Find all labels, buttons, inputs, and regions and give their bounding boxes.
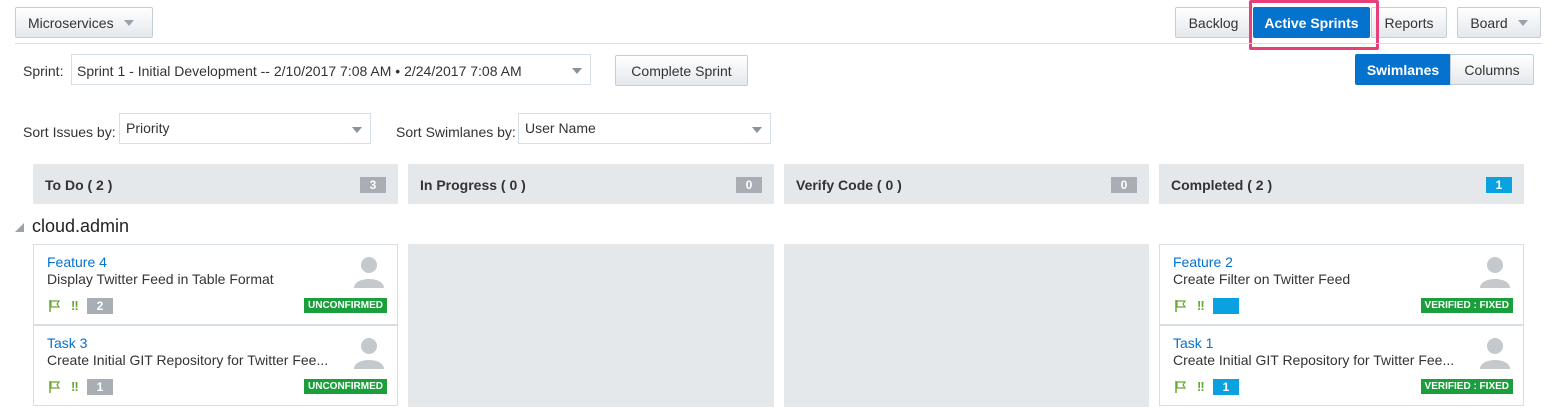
issue-id-link[interactable]: Task 1 bbox=[1173, 335, 1213, 351]
status-badge: VERIFIED : FIXED bbox=[1420, 379, 1513, 394]
column-count-badge: 1 bbox=[1486, 177, 1512, 193]
swimlanes-toggle-label: Swimlanes bbox=[1366, 61, 1440, 78]
chevron-down-icon bbox=[352, 127, 362, 133]
issue-card[interactable]: Task 1 Create Initial GIT Repository for… bbox=[1159, 325, 1524, 406]
priority-icon: !! bbox=[71, 298, 79, 313]
sort-issues-label: Sort Issues by: bbox=[23, 124, 116, 140]
chevron-down-icon bbox=[1517, 19, 1528, 26]
issue-card[interactable]: Feature 2 Create Filter on Twitter Feed … bbox=[1159, 244, 1524, 325]
issue-summary: Create Initial GIT Repository for Twitte… bbox=[47, 352, 329, 368]
chevron-down-icon bbox=[572, 68, 582, 74]
board-menu-label: Board bbox=[1470, 14, 1508, 31]
column-count-badge: 3 bbox=[360, 177, 386, 193]
lane-in-progress bbox=[408, 244, 774, 407]
column-count-badge: 0 bbox=[1111, 177, 1137, 193]
issue-card[interactable]: Feature 4 Display Twitter Feed in Table … bbox=[33, 244, 398, 325]
columns-toggle-label: Columns bbox=[1464, 61, 1520, 78]
sort-swimlanes-value: User Name bbox=[525, 120, 596, 136]
chevron-down-icon bbox=[752, 127, 762, 133]
swimlanes-toggle[interactable]: Swimlanes bbox=[1355, 54, 1451, 85]
complete-sprint-button[interactable]: Complete Sprint bbox=[615, 55, 748, 86]
issue-id-link[interactable]: Feature 2 bbox=[1173, 254, 1233, 270]
story-points-badge: 1 bbox=[1213, 379, 1239, 395]
user-avatar-icon bbox=[354, 338, 384, 369]
column-title: Completed ( 2 ) bbox=[1171, 177, 1273, 193]
tab-backlog[interactable]: Backlog bbox=[1175, 7, 1252, 38]
priority-icon: !! bbox=[1197, 298, 1205, 313]
issue-id-link[interactable]: Task 3 bbox=[47, 335, 87, 351]
status-badge: VERIFIED : FIXED bbox=[1420, 298, 1513, 313]
issue-card[interactable]: Task 3 Create Initial GIT Repository for… bbox=[33, 325, 398, 406]
user-avatar-icon bbox=[354, 257, 384, 288]
collapse-triangle-icon[interactable] bbox=[15, 223, 24, 232]
column-title: In Progress ( 0 ) bbox=[420, 177, 526, 193]
swimlane-title[interactable]: cloud.admin bbox=[32, 216, 129, 237]
toolbar-divider bbox=[15, 43, 1542, 44]
chevron-down-icon bbox=[123, 19, 134, 26]
priority-icon: !! bbox=[1197, 379, 1205, 394]
column-header-in-progress: In Progress ( 0 ) 0 bbox=[408, 164, 774, 204]
columns-toggle[interactable]: Columns bbox=[1450, 54, 1534, 85]
issue-summary: Create Initial GIT Repository for Twitte… bbox=[1173, 352, 1455, 368]
column-title: Verify Code ( 0 ) bbox=[796, 177, 902, 193]
column-title: To Do ( 2 ) bbox=[45, 177, 113, 193]
column-count-badge: 0 bbox=[736, 177, 762, 193]
complete-sprint-label: Complete Sprint bbox=[631, 62, 732, 79]
story-points-badge: 1 bbox=[87, 379, 113, 395]
status-badge: UNCONFIRMED bbox=[304, 379, 387, 394]
user-avatar-icon bbox=[1480, 257, 1510, 288]
project-select[interactable]: Microservices bbox=[15, 7, 153, 38]
sort-swimlanes-label: Sort Swimlanes by: bbox=[396, 124, 516, 140]
tab-reports[interactable]: Reports bbox=[1371, 7, 1447, 38]
sprint-select-value: Sprint 1 - Initial Development -- 2/10/2… bbox=[77, 63, 522, 79]
flag-icon bbox=[49, 381, 61, 393]
flag-icon bbox=[1175, 300, 1187, 312]
lane-verify-code bbox=[784, 244, 1149, 407]
board-menu-button[interactable]: Board bbox=[1457, 7, 1541, 38]
sprint-select[interactable]: Sprint 1 - Initial Development -- 2/10/2… bbox=[71, 54, 591, 85]
sort-issues-value: Priority bbox=[126, 120, 170, 136]
user-avatar-icon bbox=[1480, 338, 1510, 369]
sort-swimlanes-select[interactable]: User Name bbox=[518, 113, 771, 144]
tab-backlog-label: Backlog bbox=[1188, 14, 1239, 31]
story-points-badge bbox=[1213, 298, 1239, 314]
column-header-todo: To Do ( 2 ) 3 bbox=[33, 164, 398, 204]
issue-summary: Create Filter on Twitter Feed bbox=[1173, 271, 1351, 287]
flag-icon bbox=[1175, 381, 1187, 393]
sprint-label: Sprint: bbox=[23, 63, 64, 79]
tab-reports-label: Reports bbox=[1384, 14, 1434, 31]
flag-icon bbox=[49, 300, 61, 312]
sort-issues-select[interactable]: Priority bbox=[119, 113, 371, 144]
project-select-label: Microservices bbox=[28, 14, 114, 31]
column-header-verify-code: Verify Code ( 0 ) 0 bbox=[784, 164, 1149, 204]
issue-summary: Display Twitter Feed in Table Format bbox=[47, 271, 274, 287]
story-points-badge: 2 bbox=[87, 298, 113, 314]
column-header-completed: Completed ( 2 ) 1 bbox=[1159, 164, 1524, 204]
status-badge: UNCONFIRMED bbox=[304, 298, 387, 313]
issue-id-link[interactable]: Feature 4 bbox=[47, 254, 107, 270]
priority-icon: !! bbox=[71, 379, 79, 394]
